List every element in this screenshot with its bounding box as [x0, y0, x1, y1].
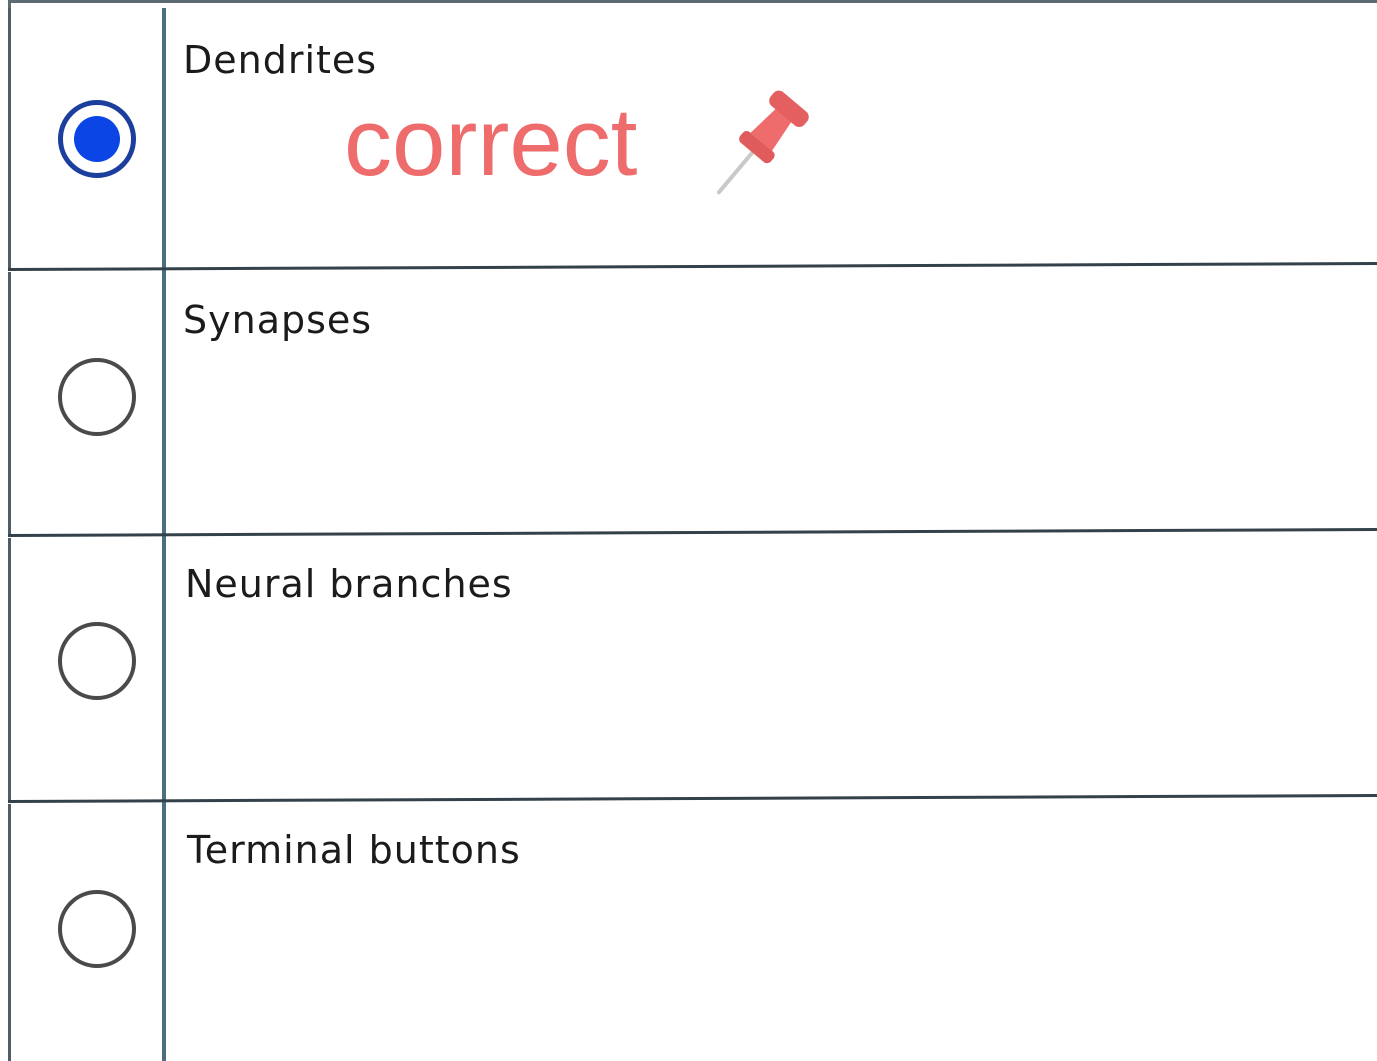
- option-label: Terminal buttons: [187, 828, 521, 872]
- radio-selected-dot: [74, 116, 120, 162]
- option-label: Neural branches: [185, 562, 513, 606]
- radio-button-terminal-buttons[interactable]: [58, 890, 136, 968]
- radio-button-synapses[interactable]: [58, 358, 136, 436]
- option-label: Synapses: [183, 298, 373, 342]
- option-row-neural-branches[interactable]: Neural branches: [8, 538, 1377, 802]
- option-label: Dendrites: [183, 38, 378, 82]
- radio-button-neural-branches[interactable]: [58, 622, 136, 700]
- radio-button-dendrites[interactable]: [58, 100, 136, 178]
- option-row-synapses[interactable]: Synapses: [8, 272, 1377, 536]
- correct-annotation: correct: [344, 89, 638, 196]
- pushpin-icon: [716, 90, 809, 195]
- option-row-terminal-buttons[interactable]: Terminal buttons: [8, 804, 1377, 1061]
- answer-options-table: Dendrites Synapses Neural branches Termi…: [0, 0, 1377, 1061]
